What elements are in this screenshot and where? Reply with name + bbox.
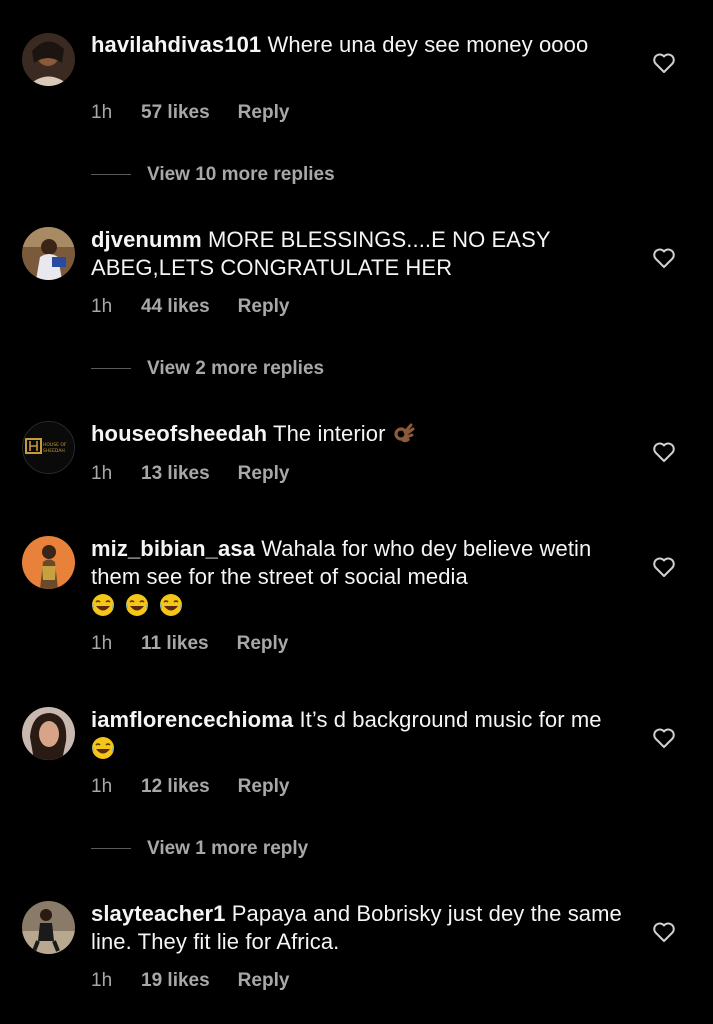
reply-button[interactable]: Reply — [237, 633, 289, 655]
divider — [91, 848, 131, 850]
username[interactable]: miz_bibian_asa — [91, 536, 255, 561]
comment-text: havilahdivas101 Where una dey see money … — [91, 31, 631, 59]
avatar[interactable] — [22, 901, 75, 954]
heart-icon[interactable] — [652, 441, 676, 463]
timestamp: 1h — [91, 296, 113, 317]
avatar[interactable]: HOUSE OF SHEEDAH — [22, 421, 75, 474]
comment-meta: 1h 13 likes Reply — [91, 463, 289, 485]
view-replies-label: View 2 more replies — [147, 358, 325, 379]
comment-text: houseofsheedah The interior — [91, 420, 631, 448]
likes-count[interactable]: 44 likes — [141, 296, 210, 318]
comment-text: miz_bibian_asa Wahala for who dey believ… — [91, 535, 631, 619]
avatar[interactable] — [22, 227, 75, 280]
tears-of-joy-emoji — [125, 593, 149, 617]
view-replies-button[interactable]: View 1 more reply — [91, 838, 308, 862]
comment-meta: 1h 12 likes Reply — [91, 776, 289, 798]
timestamp: 1h — [91, 633, 113, 654]
comment-meta: 1h 11 likes Reply — [91, 633, 288, 655]
comment-meta: 1h 19 likes Reply — [91, 970, 289, 992]
likes-count[interactable]: 13 likes — [141, 463, 210, 485]
timestamp: 1h — [91, 776, 113, 797]
likes-count[interactable]: 57 likes — [141, 102, 210, 124]
timestamp: 1h — [91, 102, 113, 123]
ok-hand-emoji — [392, 422, 416, 446]
comment-body: Where una dey see money oooo — [267, 32, 589, 57]
brand-logo-text: HOUSE OF — [43, 442, 67, 448]
divider — [91, 368, 131, 370]
divider — [91, 174, 131, 176]
view-replies-button[interactable]: View 2 more replies — [91, 358, 324, 382]
comment-meta: 1h 44 likes Reply — [91, 296, 289, 318]
avatar[interactable] — [22, 33, 75, 86]
view-replies-label: View 1 more reply — [147, 838, 309, 859]
username[interactable]: djvenumm — [91, 227, 202, 252]
view-replies-button[interactable]: View 10 more replies — [91, 164, 335, 188]
tears-of-joy-emoji — [91, 593, 115, 617]
avatar[interactable] — [22, 536, 75, 589]
timestamp: 1h — [91, 463, 113, 484]
likes-count[interactable]: 11 likes — [141, 633, 209, 655]
likes-count[interactable]: 19 likes — [141, 970, 210, 992]
comment-body: It’s d background music for me — [299, 707, 602, 732]
heart-icon[interactable] — [652, 52, 676, 74]
reply-button[interactable]: Reply — [238, 463, 290, 485]
heart-icon[interactable] — [652, 727, 676, 749]
heart-icon[interactable] — [652, 921, 676, 943]
heart-icon[interactable] — [652, 556, 676, 578]
likes-count[interactable]: 12 likes — [141, 776, 210, 798]
tears-of-joy-emoji — [91, 736, 115, 760]
reply-button[interactable]: Reply — [238, 102, 290, 124]
reply-button[interactable]: Reply — [238, 970, 290, 992]
username[interactable]: slayteacher1 — [91, 901, 226, 926]
reply-button[interactable]: Reply — [238, 296, 290, 318]
username[interactable]: iamflorencechioma — [91, 707, 293, 732]
comment-meta: 1h 57 likes Reply — [91, 102, 289, 124]
heart-icon[interactable] — [652, 247, 676, 269]
reply-button[interactable]: Reply — [238, 776, 290, 798]
comment-text: djvenumm MORE BLESSINGS....E NO EASY ABE… — [91, 226, 631, 282]
comment-body: The interior — [273, 421, 386, 446]
view-replies-label: View 10 more replies — [147, 164, 335, 185]
timestamp: 1h — [91, 970, 113, 991]
tears-of-joy-emoji — [159, 593, 183, 617]
svg-text:SHEEDAH: SHEEDAH — [43, 448, 65, 454]
comment-text: iamflorencechioma It’s d background musi… — [91, 706, 631, 762]
avatar[interactable] — [22, 707, 75, 760]
username[interactable]: havilahdivas101 — [91, 32, 261, 57]
username[interactable]: houseofsheedah — [91, 421, 267, 446]
comment-text: slayteacher1 Papaya and Bobrisky just de… — [91, 900, 631, 956]
